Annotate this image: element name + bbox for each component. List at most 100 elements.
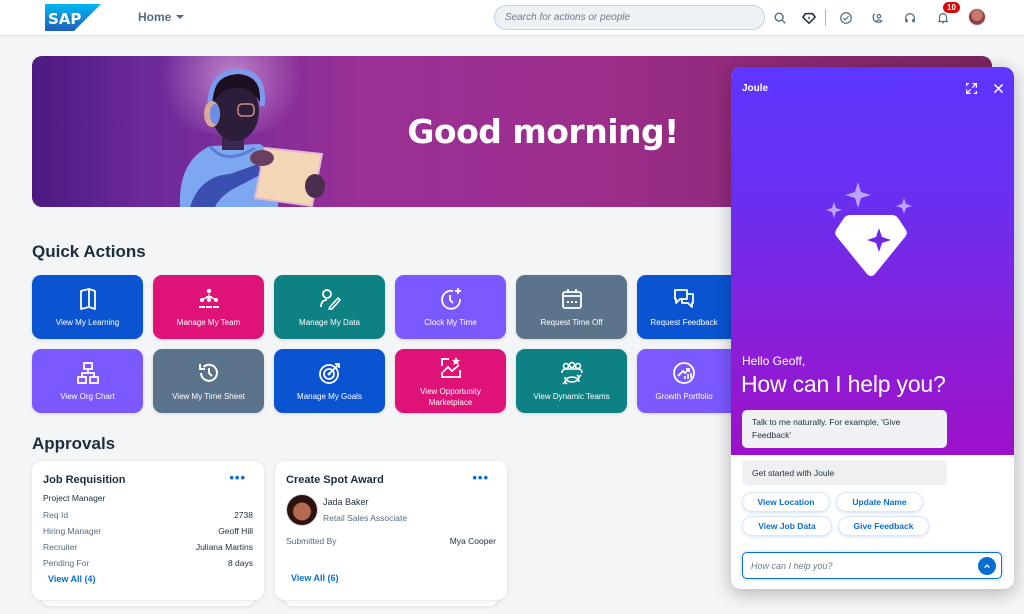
headset-icon[interactable]	[900, 8, 920, 28]
history-icon	[196, 360, 222, 386]
tile-label: Request Time Off	[540, 318, 603, 327]
search-input[interactable]	[494, 5, 765, 30]
detail-row: Submitted By Mya Cooper	[286, 536, 496, 546]
detail-key: Submitted By	[286, 536, 337, 546]
joule-question: How can I help you?	[741, 371, 946, 397]
detail-row: Recruiter Juliana Martins	[43, 542, 253, 552]
growth-icon	[671, 360, 697, 386]
detail-value: 8 days	[227, 558, 253, 568]
shell-bar: SAP Home 10	[0, 0, 1024, 36]
tile-manage-my-data[interactable]: Manage My Data	[274, 275, 385, 339]
chevron-up-icon	[984, 564, 990, 569]
tile-growth-portfolio[interactable]: Growth Portfolio	[637, 349, 731, 413]
tile-label: Manage My Goals	[297, 392, 362, 401]
more-options-icon[interactable]: •••	[472, 471, 489, 484]
tile-view-opportunity-marketplace[interactable]: View Opportunity Marketplace	[395, 349, 506, 413]
tile-clock-my-time[interactable]: Clock My Time	[395, 275, 506, 339]
detail-row: Hiring Manager Geoff Hill	[43, 526, 253, 536]
joule-diamond-icon[interactable]	[799, 8, 819, 28]
home-menu-label: Home	[138, 10, 172, 24]
view-all-link[interactable]: View All (4)	[48, 574, 96, 584]
header-divider	[825, 9, 826, 26]
detail-key: Pending For	[43, 558, 90, 568]
card-title: Job Requisition	[43, 474, 126, 486]
card-title: Create Spot Award	[286, 474, 384, 486]
detail-value: Mya Cooper	[449, 536, 496, 546]
tile-label: View My Learning	[55, 318, 120, 327]
joule-title: Joule	[742, 83, 769, 94]
expand-icon[interactable]	[962, 79, 980, 97]
person-edit-icon	[317, 286, 343, 312]
tile-manage-my-team[interactable]: Manage My Team	[153, 275, 264, 339]
detail-row: Req Id 2738	[43, 510, 253, 520]
svg-text:SAP: SAP	[48, 10, 81, 28]
person-chat-icon[interactable]	[868, 8, 888, 28]
tile-view-org-chart[interactable]: View Org Chart	[32, 349, 143, 413]
chip-view-location[interactable]: View Location	[742, 492, 830, 512]
chip-update-name[interactable]: Update Name	[836, 492, 923, 512]
clock-add-icon	[438, 286, 464, 312]
tile-label: Manage My Data	[299, 318, 360, 327]
joule-hint-message: Talk to me naturally. For example, 'Give…	[742, 410, 947, 448]
tile-label: Clock My Time	[424, 318, 477, 327]
tile-request-feedback[interactable]: Request Feedback	[637, 275, 731, 339]
tile-label: Request Feedback	[650, 318, 718, 327]
person-avatar	[286, 494, 318, 526]
spot-award-card-stack: Create Spot Award ••• Jada Baker Retail …	[275, 461, 507, 606]
opportunity-chart-icon	[438, 355, 464, 381]
calendar-icon	[559, 286, 585, 312]
joule-panel: Joule Hello Geoff, How can I help you? T…	[731, 67, 1014, 589]
check-circle-icon[interactable]	[836, 8, 856, 28]
person-name: Jada Baker	[323, 497, 369, 507]
home-menu[interactable]: Home	[138, 10, 185, 24]
user-avatar[interactable]	[968, 8, 986, 26]
tile-label: View Dynamic Teams	[533, 392, 610, 401]
greeting-title: Good morning!	[407, 112, 679, 151]
detail-key: Hiring Manager	[43, 526, 102, 536]
dynamic-team-icon	[559, 360, 585, 386]
job-requisition-card[interactable]: Job Requisition ••• Project Manager Req …	[32, 461, 264, 600]
joule-diamond-logo-icon	[826, 182, 912, 276]
banner-person-illustration	[179, 68, 325, 207]
org-chart-icon	[75, 360, 101, 386]
team-hierarchy-icon	[196, 286, 222, 312]
notification-badge: 10	[943, 2, 960, 13]
detail-value: 2738	[234, 510, 253, 520]
sap-logo[interactable]: SAP	[45, 4, 101, 31]
person-role: Retail Sales Associate	[323, 513, 408, 523]
target-icon	[317, 360, 343, 386]
get-started-message: Get started with Joule	[742, 460, 947, 485]
tile-manage-my-goals[interactable]: Manage My Goals	[274, 349, 385, 413]
detail-value: Geoff Hill	[218, 526, 253, 536]
view-all-link[interactable]: View All (6)	[291, 573, 339, 583]
spot-award-card[interactable]: Create Spot Award ••• Jada Baker Retail …	[275, 461, 507, 600]
chip-view-job-data[interactable]: View Job Data	[742, 516, 832, 536]
close-icon[interactable]	[989, 79, 1007, 97]
send-button[interactable]	[978, 557, 996, 575]
search-icon[interactable]	[770, 8, 790, 28]
detail-key: Recruiter	[43, 542, 78, 552]
tile-view-my-time-sheet[interactable]: View My Time Sheet	[153, 349, 264, 413]
tile-request-time-off[interactable]: Request Time Off	[516, 275, 627, 339]
more-options-icon[interactable]: •••	[229, 471, 246, 484]
detail-key: Req Id	[43, 510, 69, 520]
tile-label: View Opportunity Marketplace	[420, 386, 481, 407]
job-requisition-card-stack: Job Requisition ••• Project Manager Req …	[32, 461, 264, 606]
feedback-icon	[671, 286, 697, 312]
tile-view-my-learning[interactable]: View My Learning	[32, 275, 143, 339]
chevron-down-icon	[176, 15, 185, 19]
joule-prompt-input[interactable]	[742, 552, 1002, 579]
tile-label: View Org Chart	[60, 392, 115, 401]
tile-view-dynamic-teams[interactable]: View Dynamic Teams	[516, 349, 627, 413]
chip-give-feedback[interactable]: Give Feedback	[838, 516, 929, 536]
book-icon	[75, 286, 101, 312]
detail-value: Juliana Martins	[195, 542, 253, 552]
joule-greeting: Hello Geoff,	[742, 354, 806, 368]
tile-label: Manage My Team	[176, 318, 241, 327]
detail-row: Pending For 8 days	[43, 558, 253, 568]
tile-label: View My Time Sheet	[172, 392, 245, 401]
tile-label: Growth Portfolio	[655, 392, 713, 401]
quick-actions-title: Quick Actions	[32, 242, 146, 261]
approvals-title: Approvals	[32, 434, 116, 453]
job-title: Project Manager	[43, 493, 106, 503]
